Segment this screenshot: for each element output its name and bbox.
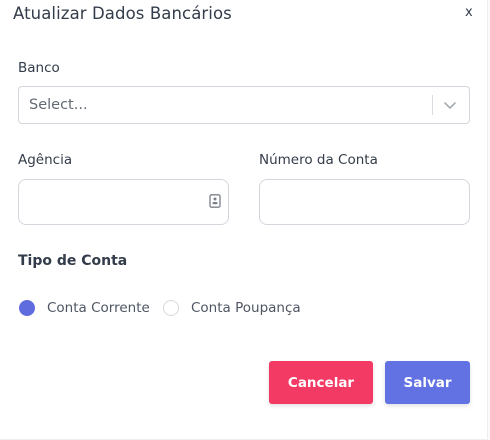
save-button[interactable]: Salvar <box>385 361 470 404</box>
cancel-button[interactable]: Cancelar <box>269 361 373 404</box>
select-separator <box>432 95 433 115</box>
chevron-down-icon[interactable] <box>443 98 457 112</box>
account-number-input[interactable] <box>259 179 470 225</box>
radio-savings[interactable] <box>163 300 179 316</box>
modal-title: Atualizar Dados Bancários <box>13 4 232 23</box>
bank-select[interactable]: Select... <box>18 86 470 124</box>
bank-select-placeholder: Select... <box>29 97 88 113</box>
account-number-label: Número da Conta <box>259 152 378 168</box>
bank-details-modal: Atualizar Dados Bancários x Banco Select… <box>0 0 488 440</box>
account-type-title: Tipo de Conta <box>18 253 128 269</box>
bank-label: Banco <box>18 60 60 76</box>
agency-input[interactable] <box>18 179 229 225</box>
agency-label: Agência <box>18 152 73 168</box>
radio-checking[interactable] <box>19 300 35 316</box>
radio-checking-label[interactable]: Conta Corrente <box>47 300 150 316</box>
close-button[interactable]: x <box>465 6 473 20</box>
radio-savings-label[interactable]: Conta Poupança <box>191 300 301 316</box>
contact-card-icon[interactable] <box>209 194 221 208</box>
